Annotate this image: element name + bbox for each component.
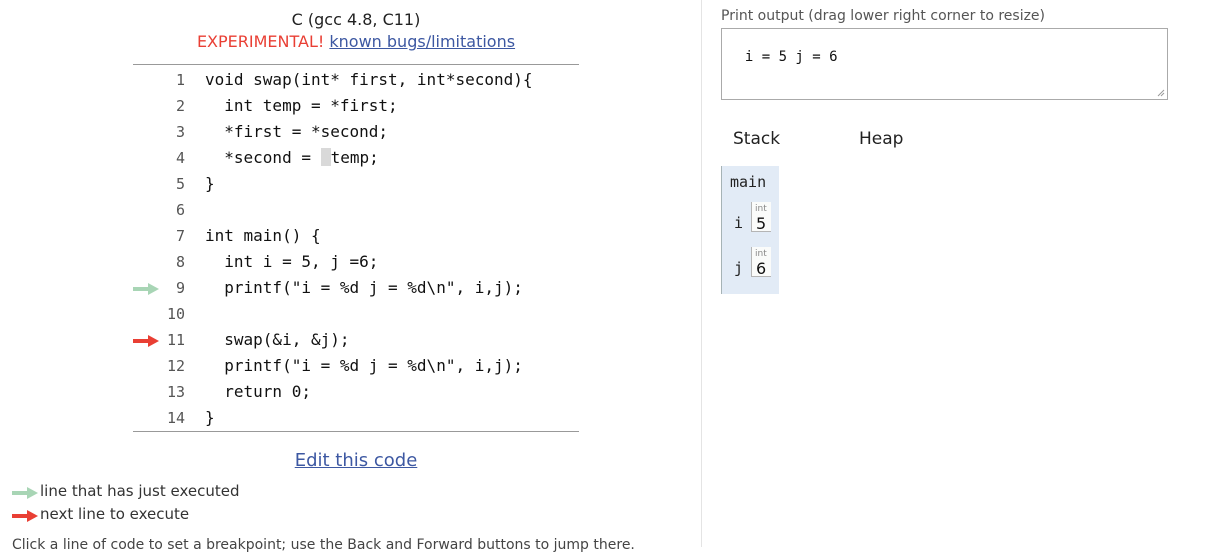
line-code: *second = temp;	[205, 148, 379, 167]
code-line-11[interactable]: 11 swap(&i, &j);	[133, 327, 579, 353]
line-code-before-cursor: *second =	[205, 148, 321, 167]
var-name-j: j	[734, 259, 744, 277]
line-number: 2	[175, 97, 185, 115]
legend-next-line-label: next line to execute	[40, 505, 190, 523]
code-line-3[interactable]: 3 *first = *second;	[133, 119, 579, 145]
line-code: }	[205, 174, 215, 193]
line-code: return 0;	[205, 382, 311, 401]
code-line-12[interactable]: 12 printf("i = %d j = %d\n", i,j);	[133, 353, 579, 379]
next-line-arrow-icon	[12, 510, 38, 522]
code-line-10[interactable]: 10	[133, 301, 579, 327]
code-line-9[interactable]: 9 printf("i = %d j = %d\n", i,j);	[133, 275, 579, 301]
resize-grip-icon[interactable]	[1157, 89, 1165, 97]
line-code: void swap(int* first, int*second){	[205, 70, 533, 89]
line-code: int main() {	[205, 226, 321, 245]
var-name-i: i	[734, 214, 744, 232]
print-output-box[interactable]: i = 5 j = 6	[721, 28, 1168, 100]
edit-code-link[interactable]: Edit this code	[133, 450, 579, 471]
line-number: 10	[166, 305, 185, 323]
code-listing: 1 void swap(int* first, int*second){ 2 i…	[133, 64, 579, 432]
line-number: 11	[166, 331, 185, 349]
heap-header: Heap	[859, 129, 904, 149]
var-value: 5	[756, 214, 767, 233]
just-executed-arrow-icon	[12, 487, 38, 499]
pane-divider	[701, 0, 702, 547]
code-line-14[interactable]: 14 }	[133, 405, 579, 431]
code-pane: C (gcc 4.8, C11) EXPERIMENTAL! known bug…	[0, 0, 700, 553]
var-box-i: int 5	[751, 202, 771, 233]
line-code: swap(&i, &j);	[205, 330, 350, 349]
line-code-after-cursor: temp;	[330, 148, 379, 167]
line-number: 6	[175, 201, 185, 219]
line-number: 13	[166, 383, 185, 401]
frame-name: main	[730, 173, 767, 191]
line-number: 7	[175, 227, 185, 245]
text-cursor	[320, 148, 331, 166]
line-code: printf("i = %d j = %d\n", i,j);	[205, 356, 523, 375]
code-line-2[interactable]: 2 int temp = *first;	[133, 93, 579, 119]
code-line-5[interactable]: 5 }	[133, 171, 579, 197]
experimental-label: EXPERIMENTAL!	[196, 32, 325, 51]
line-number: 12	[166, 357, 185, 375]
line-number: 8	[175, 253, 185, 271]
line-number: 9	[175, 279, 185, 297]
code-line-6[interactable]: 6	[133, 197, 579, 223]
line-number: 1	[175, 71, 185, 89]
language-title: C (gcc 4.8, C11)	[291, 10, 421, 29]
print-output-label: Print output (drag lower right corner to…	[721, 8, 1046, 24]
code-line-4[interactable]: 4 *second = temp;	[133, 145, 579, 171]
code-line-7[interactable]: 7 int main() {	[133, 223, 579, 249]
var-value: 6	[756, 259, 767, 278]
var-box-j: int 6	[751, 247, 771, 278]
code-line-1[interactable]: 1 void swap(int* first, int*second){	[133, 67, 579, 93]
line-number: 3	[175, 123, 185, 141]
line-code: *first = *second;	[205, 122, 389, 141]
var-type: int	[755, 204, 767, 214]
experimental-notice: EXPERIMENTAL! known bugs/limitations	[133, 32, 579, 51]
code-line-8[interactable]: 8 int i = 5, j =6;	[133, 249, 579, 275]
stack-header: Stack	[733, 129, 781, 149]
line-code: printf("i = %d j = %d\n", i,j);	[205, 278, 523, 297]
legend-just-executed-label: line that has just executed	[40, 482, 240, 500]
line-code: int i = 5, j =6;	[205, 252, 379, 271]
breakpoint-hint: Click a line of code to set a breakpoint…	[12, 537, 635, 553]
code-line-13[interactable]: 13 return 0;	[133, 379, 579, 405]
line-code: }	[205, 408, 215, 427]
stack-frame-main: main i int 5 j int 6	[721, 166, 779, 294]
line-number: 5	[175, 175, 185, 193]
known-bugs-link[interactable]: known bugs/limitations	[329, 32, 515, 51]
line-number: 4	[175, 149, 185, 167]
line-number: 14	[166, 409, 185, 427]
line-code: int temp = *first;	[205, 96, 398, 115]
var-type: int	[755, 249, 767, 259]
print-output-text: i = 5 j = 6	[744, 49, 838, 65]
